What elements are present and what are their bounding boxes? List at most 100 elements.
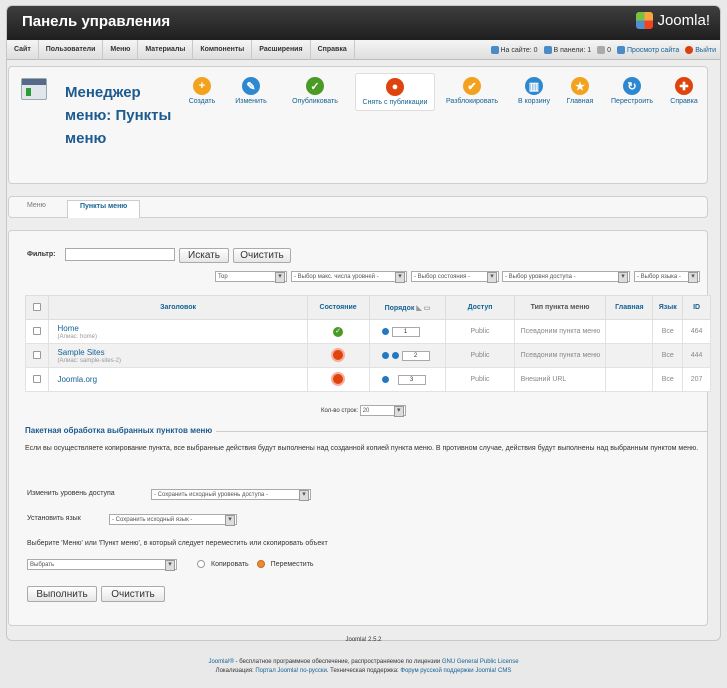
tab-menu-items[interactable]: Пункты меню	[67, 200, 141, 218]
main-panel: Фильтр: Искать Очистить Top - Выбор макс…	[8, 230, 711, 626]
menu-site[interactable]: Сайт	[7, 39, 39, 60]
view-site-icon	[617, 46, 626, 54]
menu-select[interactable]: Top	[215, 271, 287, 283]
refresh-icon: ↻	[623, 77, 641, 95]
max-level-select[interactable]: - Выбор макс. числа уровней -	[291, 271, 407, 283]
order-input[interactable]: 1	[391, 326, 420, 337]
users-icon	[490, 46, 499, 54]
header-bar: Панель управления Joomla!	[7, 6, 720, 40]
batch-access-select[interactable]: - Сохранить исходный уровень доступа -	[151, 489, 311, 501]
row-type: Псевдоним пункта меню	[513, 319, 607, 344]
col-id[interactable]: ID	[682, 295, 711, 320]
row-type: Внешний URL	[513, 367, 607, 392]
rows-per-page-select[interactable]: 20	[359, 405, 406, 417]
admin-users: В панели: 1	[543, 46, 591, 54]
col-language[interactable]: Язык	[652, 295, 684, 320]
move-down-icon[interactable]	[381, 328, 389, 335]
row-title-link[interactable]: Sample Sites	[57, 348, 104, 357]
joomla-link[interactable]: Joomla!®	[208, 659, 233, 665]
unpublished-icon[interactable]	[331, 347, 346, 362]
filter-input[interactable]	[65, 248, 175, 261]
toolbar-button-refresh[interactable]: ↻ Перестроить	[606, 73, 658, 111]
search-button[interactable]: Искать	[179, 248, 229, 263]
portal-link[interactable]: Портал Joomla! по-русски	[255, 668, 326, 674]
page-title: Менеджер меню: Пункты меню	[65, 84, 172, 147]
tab-menus[interactable]: Меню	[27, 202, 46, 209]
row-access: Public	[445, 367, 515, 392]
logout-link[interactable]: Выйти	[685, 46, 716, 54]
toolbar-button-help[interactable]: ✚ Справка	[667, 73, 701, 111]
toolbar-button-check[interactable]: ✓ Опубликовать	[285, 73, 345, 111]
menu-items-table: Заголовок Состояние Порядок ◣ ▭ Доступ Т…	[24, 295, 711, 392]
toolbar-button-label: Снять с публикации	[362, 99, 428, 106]
order-input[interactable]: 3	[397, 374, 426, 385]
joomla-logo[interactable]: Joomla!	[636, 12, 710, 29]
col-title[interactable]: Заголовок	[48, 295, 308, 320]
row-title-link[interactable]: Home	[57, 324, 78, 333]
menu-components[interactable]: Компоненты	[193, 39, 253, 60]
view-site-link[interactable]: Просмотр сайта	[617, 46, 679, 54]
col-order[interactable]: Порядок ◣ ▭	[368, 295, 447, 320]
help-icon: ✚	[675, 77, 693, 95]
gpl-link[interactable]: GNU General Public License	[442, 659, 519, 665]
row-checkbox[interactable]	[33, 326, 42, 335]
row-title-link[interactable]: Joomla.org	[57, 375, 97, 384]
language-select[interactable]: - Выбор языка -	[634, 271, 700, 283]
toolbar-button-label: Опубликовать	[292, 98, 338, 105]
col-state[interactable]: Состояние	[306, 295, 370, 320]
row-checkbox[interactable]	[33, 350, 42, 359]
footer: Joomla! 2.5.2 Joomla!® - бесплатное прог…	[0, 637, 727, 674]
row-type: Псевдоним пункта меню	[513, 343, 607, 368]
row-access: Public	[445, 319, 515, 344]
batch-description: Если вы осуществляете копирование пункта…	[25, 445, 699, 452]
toolbar-button-pencil[interactable]: ✎ Изменить	[231, 73, 271, 111]
table-row: Joomla.org 3 Public Внешний URL Все 207	[24, 367, 711, 392]
joomla-logo-icon	[636, 12, 654, 29]
batch-target-label: Выберите 'Меню' или 'Пункт меню', в кото…	[27, 540, 328, 547]
row-checkbox[interactable]	[33, 374, 42, 383]
batch-language-label: Установить язык	[27, 515, 81, 522]
row-language: Все	[652, 319, 684, 344]
toolbar-button-star[interactable]: ★ Главная	[562, 73, 598, 111]
col-type[interactable]: Тип пункта меню	[513, 295, 607, 320]
move-radio[interactable]	[256, 560, 265, 568]
published-icon[interactable]: ✓	[333, 326, 344, 337]
save-order-icon[interactable]: ▭	[424, 305, 431, 312]
logout-icon	[685, 46, 694, 54]
batch-clear-button[interactable]: Очистить	[101, 586, 165, 602]
batch-mode: Копировать Переместить	[197, 560, 314, 568]
order-input[interactable]: 2	[401, 350, 430, 361]
row-home	[605, 343, 654, 368]
toolbar-button-label: Изменить	[235, 98, 267, 105]
copy-radio[interactable]	[197, 560, 205, 568]
select-all-checkbox[interactable]	[33, 302, 42, 311]
menu-users[interactable]: Пользователи	[39, 39, 104, 60]
menu-content[interactable]: Материалы	[138, 39, 194, 60]
mail-icon	[597, 46, 606, 54]
menu-extensions[interactable]: Расширения	[252, 39, 311, 60]
batch-fieldset: Пакетная обработка выбранных пунктов мен…	[25, 426, 708, 611]
state-select[interactable]: - Выбор состояния -	[411, 271, 499, 283]
main-menu: Сайт Пользователи Меню Материалы Компоне…	[7, 39, 720, 60]
row-language: Все	[652, 343, 684, 368]
toolbar-button-plus[interactable]: + Создать	[185, 73, 219, 111]
toolbar-button-checkmark[interactable]: ✔ Разблокировать	[441, 73, 503, 111]
col-home[interactable]: Главная	[605, 295, 654, 320]
messages-count[interactable]: 0	[597, 46, 611, 54]
toolbar-button-unpublish[interactable]: ● Снять с публикации	[355, 73, 435, 111]
unpublished-icon[interactable]	[331, 371, 346, 386]
menu-menus[interactable]: Меню	[103, 39, 139, 60]
clear-filter-button[interactable]: Очистить	[233, 248, 291, 263]
toolbar-button-label: Справка	[670, 98, 698, 105]
batch-language-select[interactable]: - Сохранить исходный язык -	[109, 514, 237, 526]
access-select[interactable]: - Выбор уровня доступа -	[502, 271, 630, 283]
move-up-icon[interactable]	[381, 352, 389, 359]
batch-target-select[interactable]: Выбрать	[27, 559, 177, 571]
toolbar-button-trash[interactable]: ▥ В корзину	[514, 73, 554, 111]
move-down-icon[interactable]	[391, 352, 399, 359]
move-up-icon[interactable]	[381, 376, 389, 383]
menu-help[interactable]: Справка	[311, 39, 355, 60]
col-access[interactable]: Доступ	[445, 295, 515, 320]
batch-run-button[interactable]: Выполнить	[27, 586, 97, 602]
forum-link[interactable]: Форум русской поддержки Joomla! CMS	[400, 668, 511, 674]
